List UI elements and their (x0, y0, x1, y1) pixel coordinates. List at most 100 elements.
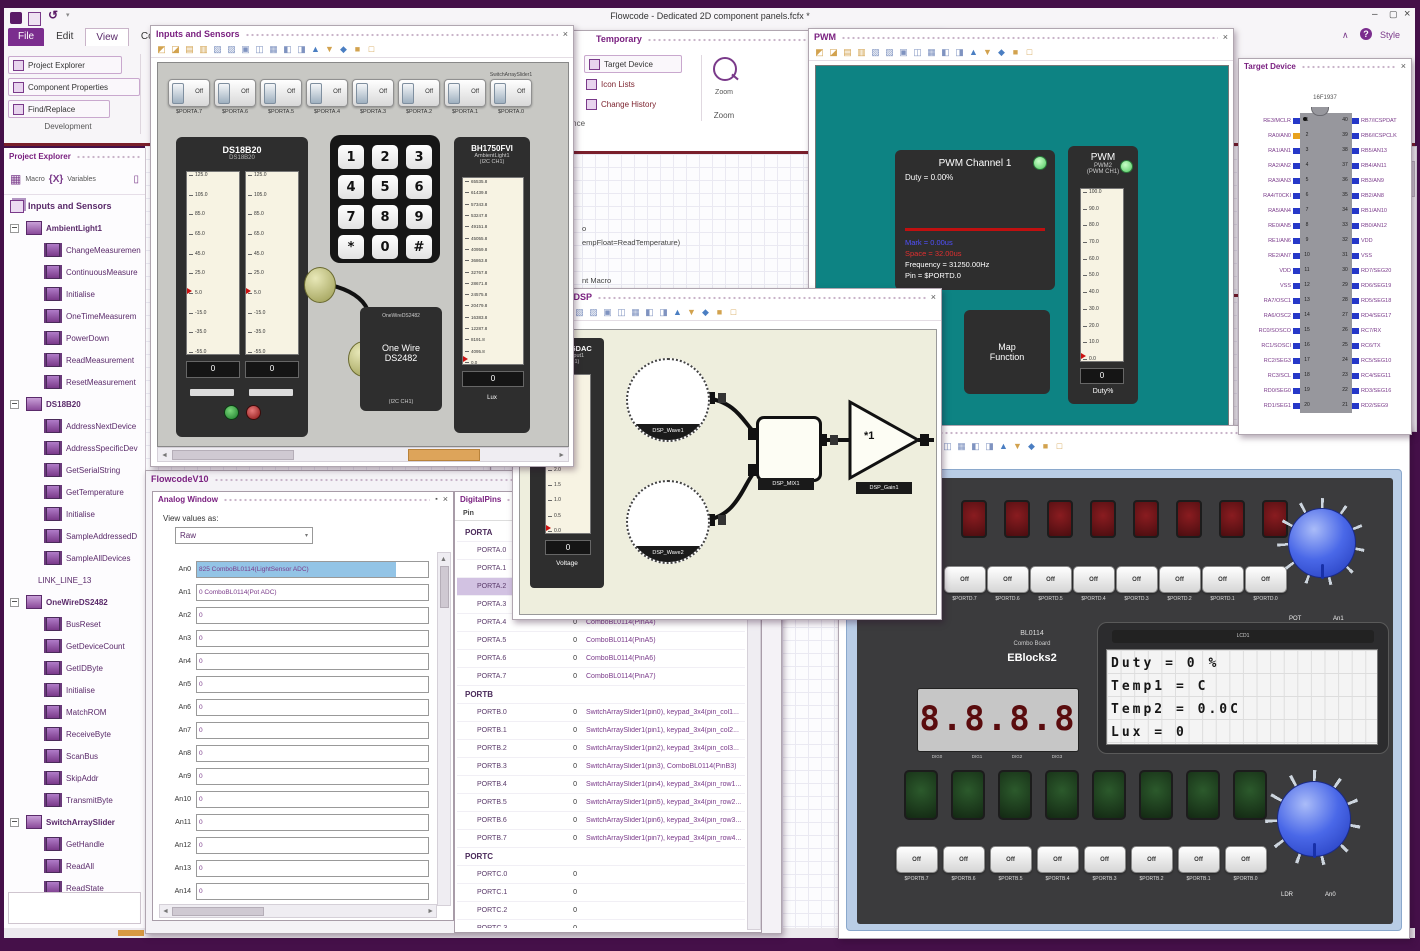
toolbar-icon[interactable]: ◩ (814, 47, 825, 58)
tree-item[interactable]: Initialise (4, 503, 145, 525)
toolbar-icon[interactable]: ▥ (198, 44, 209, 55)
target-device-panel[interactable]: Target Device × 16F1937 RE3/MCLR 1 40 RB… (1238, 58, 1412, 435)
ds18b20-panel[interactable]: DS18B20 DS18B20 125.0 105.0 85.0 65.0 45.0 25… (176, 137, 308, 437)
expander-icon[interactable] (10, 817, 19, 827)
analog-hscrollbar[interactable]: ◄ ► (159, 904, 437, 918)
view-values-dropdown[interactable]: Raw ▾ (175, 527, 313, 544)
help-icon[interactable]: ? (1360, 28, 1372, 40)
toolbar-icon[interactable]: ◫ (254, 44, 265, 55)
tree-item[interactable]: PowerDown (4, 327, 145, 349)
tree-item[interactable]: ChangeMeasuremen (4, 239, 145, 261)
pin-square-left[interactable] (1293, 177, 1300, 184)
analog-value-field[interactable]: 0 (196, 722, 429, 739)
pin-square-left[interactable] (1293, 162, 1300, 169)
dsp-canvas[interactable]: MCP4706DAC DAC_Output1 (I2C CH1) 5.04.54… (519, 329, 937, 615)
keypad-key[interactable]: 9 (406, 205, 432, 229)
tree-item[interactable]: GetTemperature (4, 481, 145, 503)
tree-item[interactable]: TransmitByte (4, 789, 145, 811)
pin-square-left[interactable] (1293, 207, 1300, 214)
tree-item[interactable]: LINK_LINE_13 (4, 569, 145, 591)
port-toggle-button[interactable]: Off (1177, 846, 1220, 873)
outputs-titlebar[interactable]: Outputs and DSP × (513, 289, 941, 305)
analog-value-field[interactable]: 0 (196, 791, 429, 808)
close-icon[interactable]: × (931, 292, 936, 302)
tree-item[interactable]: Inputs and Sensors (4, 195, 145, 217)
close-icon[interactable]: × (443, 494, 448, 504)
analog-value-field[interactable]: 0 (196, 607, 429, 624)
inputs-canvas[interactable]: Off $PORTA.7 Off $PORTA.6 Off $PORTA.5 O… (157, 62, 569, 447)
expander-icon[interactable] (10, 399, 19, 409)
digital-pin-row[interactable]: PORTC.1 0 (457, 884, 745, 902)
tree-item[interactable]: Initialise (4, 679, 145, 701)
scroll-right-icon[interactable]: ► (427, 907, 434, 916)
pin-square-left[interactable] (1293, 192, 1300, 199)
pin-square-right[interactable] (1352, 342, 1359, 349)
digital-pin-row[interactable]: PORTC (457, 848, 745, 866)
port-toggle-button[interactable]: Off (1029, 566, 1072, 593)
port-toggle-button[interactable]: Off (1036, 846, 1079, 873)
pin-square-right[interactable] (1352, 237, 1359, 244)
component-properties-button[interactable]: Component Properties (8, 78, 140, 96)
ds18b20-slider-1[interactable]: 125.0 105.0 85.0 65.0 45.0 25.0 5.0 -15.0 -35.0 -… (186, 171, 240, 355)
inputs-hscrollbar[interactable]: ◄ ► (157, 447, 569, 462)
variables-tab-label[interactable]: Variables (67, 176, 96, 183)
bh1750-slider[interactable]: 65535.8 61439.8 57343.8 53247.8 49151.8 45055… (462, 177, 524, 365)
maximize-button[interactable]: ▢ (1389, 9, 1398, 20)
pin-square-right[interactable] (1352, 177, 1359, 184)
variables-braces-icon[interactable]: {X} (49, 174, 63, 185)
keypad-key[interactable]: 0 (372, 235, 398, 259)
tab-edit[interactable]: Edit (46, 28, 83, 46)
analog-value-field[interactable]: 0 (196, 745, 429, 762)
keypad-key[interactable]: 1 (338, 145, 364, 169)
toolbar-icon[interactable]: ▲ (968, 47, 979, 58)
pin-square-right[interactable] (1352, 252, 1359, 259)
minimize-button[interactable]: – (1372, 9, 1378, 20)
pin-square-left[interactable] (1293, 132, 1300, 139)
pin-square-right[interactable] (1352, 222, 1359, 229)
analog-value-field[interactable]: 0 (196, 814, 429, 831)
toolbar-icon[interactable]: ▼ (982, 47, 993, 58)
pin-square-right[interactable] (1352, 267, 1359, 274)
pin-square-left[interactable] (1293, 402, 1300, 409)
slider-marker[interactable] (246, 288, 251, 294)
ribbon-collapse-icon[interactable]: ∧ (1342, 30, 1349, 41)
toolbar-icon[interactable]: ▼ (324, 44, 335, 55)
toolbar-icon[interactable]: ◨ (658, 307, 669, 318)
port-toggle-button[interactable]: Off (1083, 846, 1126, 873)
toolbar-icon[interactable]: ▨ (588, 307, 599, 318)
toolbar-icon[interactable]: ▧ (870, 47, 881, 58)
digital-pin-row[interactable]: PORTB.5 0 SwitchArraySlider1(pin5), keyp… (457, 794, 745, 812)
pin-square-left[interactable] (1293, 297, 1300, 304)
digital-pin-row[interactable]: PORTB.7 0 SwitchArraySlider1(pin7), keyp… (457, 830, 745, 848)
tree-item[interactable]: MatchROM (4, 701, 145, 723)
scroll-left-icon[interactable]: ◄ (161, 451, 168, 460)
pin-square-right[interactable] (1352, 117, 1359, 124)
tab-file[interactable]: File (8, 28, 45, 46)
toolbar-icon[interactable]: ▦ (956, 441, 967, 452)
tree-item[interactable]: AddressNextDevice (4, 415, 145, 437)
tree-item[interactable]: ResetMeasurement (4, 371, 145, 393)
keypad-key[interactable]: * (338, 235, 364, 259)
pin-square-left[interactable] (1293, 327, 1300, 334)
port-toggle-button[interactable]: Off (942, 846, 985, 873)
port-toggle-button[interactable]: Off (1201, 566, 1244, 593)
analog-value-field[interactable]: 0 (196, 630, 429, 647)
clipped-tab-icon[interactable]: ▯ (133, 174, 139, 185)
analog-titlebar[interactable]: Analog Window ▪ × (153, 492, 453, 506)
port-toggle-button[interactable]: Off (943, 566, 986, 593)
toolbar-icon[interactable]: ◪ (170, 44, 181, 55)
dsp-wave1[interactable]: DSP_Wave1 (626, 358, 710, 442)
inputs-titlebar[interactable]: Inputs and Sensors × (151, 26, 573, 42)
pin-square-right[interactable] (1352, 402, 1359, 409)
outputs-dsp-window[interactable]: Outputs and DSP × ◩◪▤▥▧▨▣◫▦◧◨▲▼◆■□ (512, 288, 942, 620)
pin-square-right[interactable] (1352, 132, 1359, 139)
toolbar-icon[interactable]: ◫ (912, 47, 923, 58)
tree-item[interactable]: ContinuousMeasure (4, 261, 145, 283)
close-icon[interactable]: × (1223, 32, 1228, 42)
keypad-key[interactable]: 8 (372, 205, 398, 229)
pin-square-left[interactable] (1293, 117, 1300, 124)
digital-pin-row[interactable]: PORTB.0 0 SwitchArraySlider1(pin0), keyp… (457, 704, 745, 722)
toolbar-icon[interactable]: ▦ (926, 47, 937, 58)
target-device-titlebar[interactable]: Target Device × (1239, 59, 1411, 73)
keypad-key[interactable]: 7 (338, 205, 364, 229)
